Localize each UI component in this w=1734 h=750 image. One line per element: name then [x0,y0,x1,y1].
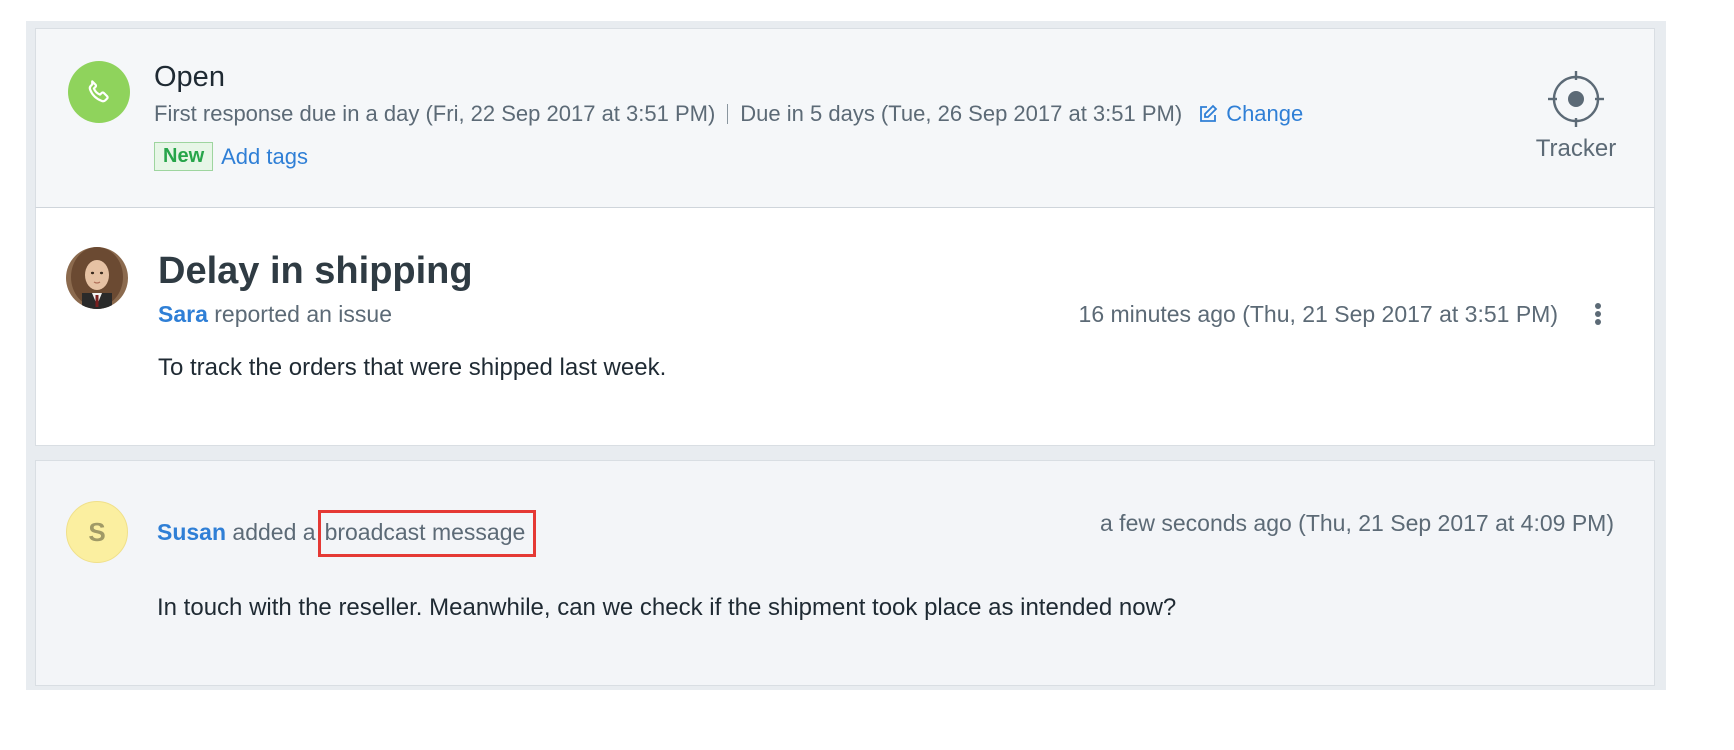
ticket-status-header: Open First response due in a day (Fri, 2… [35,28,1655,208]
separator [727,104,729,124]
avatar: S [66,501,128,563]
tracker-button[interactable]: Tracker [1501,67,1651,163]
note-header: Susan added a broadcast message [157,510,537,557]
due-dates: First response due in a day (Fri, 22 Sep… [154,101,1303,127]
note-timestamp: a few seconds ago (Thu, 21 Sep 2017 at 4… [1100,510,1614,536]
ticket-description: Delay in shipping Sara reported an issue… [35,208,1655,446]
broadcast-message-highlight: broadcast message [317,510,537,557]
change-label: Change [1226,101,1304,126]
reporter-line: Sara reported an issue [158,301,392,328]
note-action: added a [232,519,316,545]
edit-icon [1200,104,1218,122]
more-options-icon[interactable] [1590,300,1606,328]
status-badge: New [154,142,214,171]
add-tags-link[interactable]: Add tags [221,144,308,170]
tracker-label: Tracker [1535,135,1617,162]
reporter-name-link[interactable]: Sara [158,301,208,327]
avatar[interactable] [66,247,128,309]
ticket-title: Delay in shipping [158,250,473,292]
target-icon [1548,71,1604,127]
change-due-button[interactable]: Change [1198,101,1303,127]
ticket-timestamp: 16 minutes ago (Thu, 21 Sep 2017 at 3:51… [1078,301,1558,327]
status-title: Open [154,61,225,93]
phone-icon [68,61,130,123]
first-response-due: First response due in a day (Fri, 22 Sep… [154,101,716,126]
tags-row: New Add tags [154,142,308,171]
note-body: In touch with the reseller. Meanwhile, c… [157,594,1177,621]
resolution-due: Due in 5 days (Tue, 26 Sep 2017 at 3:51 … [740,101,1183,126]
ticket-body: To track the orders that were shipped la… [158,354,667,381]
author-name-link[interactable]: Susan [157,519,226,545]
broadcast-note: S Susan added a broadcast message a few s… [35,460,1655,686]
reporter-action: reported an issue [214,301,392,327]
